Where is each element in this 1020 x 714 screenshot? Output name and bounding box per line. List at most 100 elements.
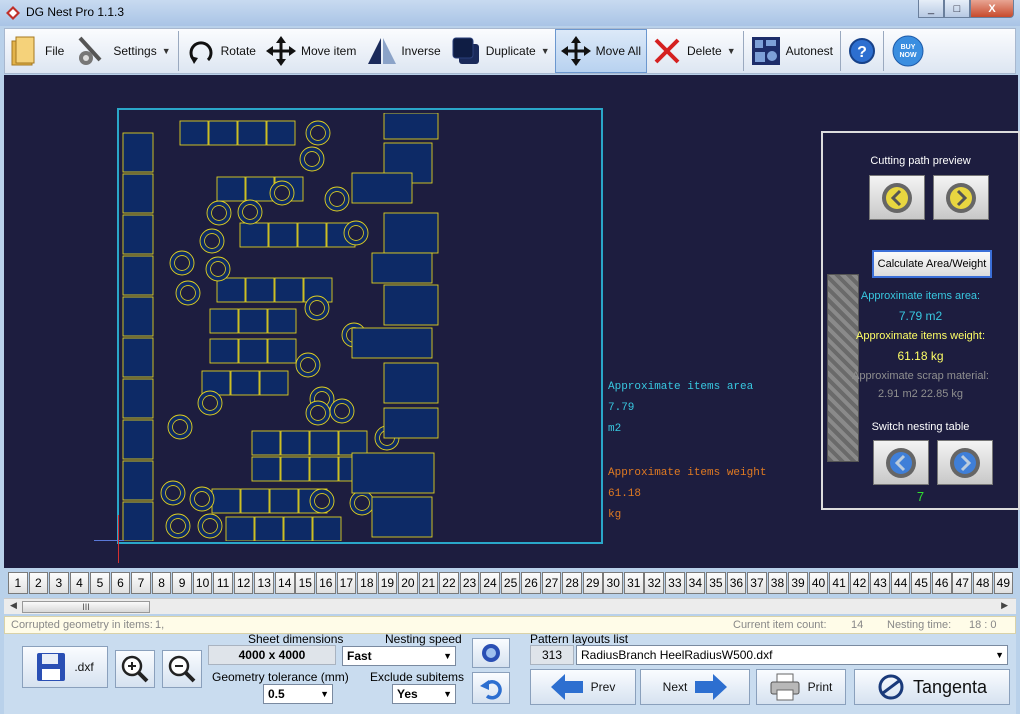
nested-part[interactable]	[209, 338, 239, 364]
nesting-tab-10[interactable]: 10	[192, 572, 213, 594]
nesting-tab-34[interactable]: 34	[685, 572, 706, 594]
tangenta-brand-button[interactable]: Tangenta	[854, 669, 1010, 705]
zoom-in-button[interactable]	[115, 650, 155, 688]
nested-part[interactable]	[280, 456, 310, 482]
nested-part[interactable]	[238, 308, 268, 334]
nesting-speed-select[interactable]: Fast ▼	[342, 646, 456, 666]
nested-part[interactable]	[209, 308, 239, 334]
file-button[interactable]: File	[5, 29, 69, 73]
nesting-tab-29[interactable]: 29	[582, 572, 603, 594]
nesting-tab-1[interactable]: 1	[8, 572, 28, 594]
move-all-button[interactable]: Move All	[554, 29, 648, 73]
exclude-subitems-select[interactable]: Yes ▼	[392, 684, 456, 704]
nested-part[interactable]	[225, 516, 255, 541]
cutting-next-button[interactable]	[933, 175, 989, 220]
autonest-button[interactable]: Autonest	[746, 29, 838, 73]
nesting-tab-26[interactable]: 26	[521, 572, 541, 594]
nesting-tab-21[interactable]: 21	[418, 572, 439, 594]
nesting-tab-27[interactable]: 27	[541, 572, 562, 594]
nested-part[interactable]	[122, 378, 154, 419]
nested-part[interactable]	[383, 284, 439, 326]
nesting-tab-30[interactable]: 30	[603, 572, 624, 594]
nested-part[interactable]	[245, 277, 275, 303]
nesting-tab-24[interactable]: 24	[480, 572, 500, 594]
nested-part[interactable]	[274, 277, 304, 303]
inverse-button[interactable]: Inverse	[361, 29, 445, 73]
nested-part[interactable]	[122, 296, 154, 337]
nested-part[interactable]	[309, 430, 339, 456]
rotate-button[interactable]: Rotate	[181, 29, 261, 73]
nesting-tab-31[interactable]: 31	[623, 572, 644, 594]
cutting-prev-button[interactable]	[869, 175, 925, 220]
nesting-tab-5[interactable]: 5	[90, 572, 110, 594]
nesting-tab-25[interactable]: 25	[500, 572, 521, 594]
nested-part[interactable]	[122, 460, 154, 501]
nesting-tab-19[interactable]: 19	[377, 572, 398, 594]
nested-part[interactable]	[237, 120, 267, 146]
nesting-tab-35[interactable]: 35	[706, 572, 726, 594]
nesting-canvas[interactable]: Approximate items area 7.79 m2 Approxima…	[4, 75, 1020, 568]
scrollbar-thumb[interactable]: III	[22, 601, 150, 613]
nested-part[interactable]	[238, 338, 268, 364]
nested-part[interactable]	[239, 222, 269, 248]
nested-part[interactable]	[371, 252, 433, 284]
nested-part[interactable]	[267, 338, 297, 364]
nested-part[interactable]	[254, 516, 284, 541]
nesting-tab-45[interactable]: 45	[911, 572, 932, 594]
maximize-button[interactable]: □	[944, 0, 970, 18]
horizontal-scrollbar[interactable]: ◀ III ▶	[4, 598, 1016, 614]
nested-part[interactable]	[283, 516, 313, 541]
nesting-tab-38[interactable]: 38	[767, 572, 788, 594]
nested-part[interactable]	[383, 212, 439, 254]
nesting-tab-14[interactable]: 14	[274, 572, 295, 594]
nested-part[interactable]	[240, 488, 270, 514]
nesting-tab-17[interactable]: 17	[336, 572, 357, 594]
nested-part[interactable]	[216, 176, 246, 202]
nesting-tab-37[interactable]: 37	[747, 572, 767, 594]
nesting-tab-13[interactable]: 13	[254, 572, 275, 594]
print-button[interactable]: Print	[756, 669, 846, 705]
nested-part[interactable]	[351, 452, 435, 494]
nested-part[interactable]	[371, 496, 433, 538]
nested-part[interactable]	[230, 370, 260, 396]
nesting-tab-40[interactable]: 40	[808, 572, 829, 594]
undo-button[interactable]	[472, 672, 510, 704]
table-next-button[interactable]	[937, 440, 993, 485]
nested-part[interactable]	[122, 132, 154, 173]
geometry-tolerance-select[interactable]: 0.5 ▼	[263, 684, 333, 704]
sheet-dimensions-value[interactable]: 4000 x 4000	[208, 645, 336, 665]
nested-part[interactable]	[297, 222, 327, 248]
nesting-tab-41[interactable]: 41	[829, 572, 849, 594]
scroll-right-icon[interactable]: ▶	[1001, 600, 1008, 611]
zoom-out-button[interactable]	[162, 650, 202, 688]
chevron-down-icon[interactable]: ▼	[162, 46, 171, 56]
nesting-tab-33[interactable]: 33	[665, 572, 685, 594]
nested-part[interactable]	[251, 456, 281, 482]
nesting-tab-43[interactable]: 43	[870, 572, 890, 594]
nested-part[interactable]	[122, 173, 154, 214]
nesting-tab-6[interactable]: 6	[110, 572, 131, 594]
nesting-tab-42[interactable]: 42	[849, 572, 870, 594]
help-button[interactable]: ?	[843, 29, 881, 73]
preview-button[interactable]	[472, 638, 510, 668]
nested-part[interactable]	[280, 430, 310, 456]
nested-part[interactable]	[338, 430, 368, 456]
nested-part[interactable]	[211, 488, 241, 514]
nesting-tab-15[interactable]: 15	[295, 572, 316, 594]
nested-part[interactable]	[122, 255, 154, 296]
chevron-down-icon[interactable]: ▼	[541, 46, 550, 56]
nested-part[interactable]	[351, 172, 413, 204]
next-pattern-button[interactable]: Next	[640, 669, 750, 705]
nested-part[interactable]	[179, 120, 209, 146]
nested-part[interactable]	[383, 362, 439, 404]
nested-part[interactable]	[312, 516, 342, 541]
minimize-button[interactable]: _	[918, 0, 944, 18]
nesting-tab-46[interactable]: 46	[931, 572, 952, 594]
nesting-tab-18[interactable]: 18	[357, 572, 377, 594]
nesting-tab-49[interactable]: 49	[993, 572, 1014, 594]
nesting-tab-44[interactable]: 44	[890, 572, 911, 594]
nesting-tab-3[interactable]: 3	[49, 572, 69, 594]
nesting-tab-23[interactable]: 23	[459, 572, 480, 594]
settings-button[interactable]: Settings ▼	[69, 29, 175, 73]
nested-part[interactable]	[267, 308, 297, 334]
